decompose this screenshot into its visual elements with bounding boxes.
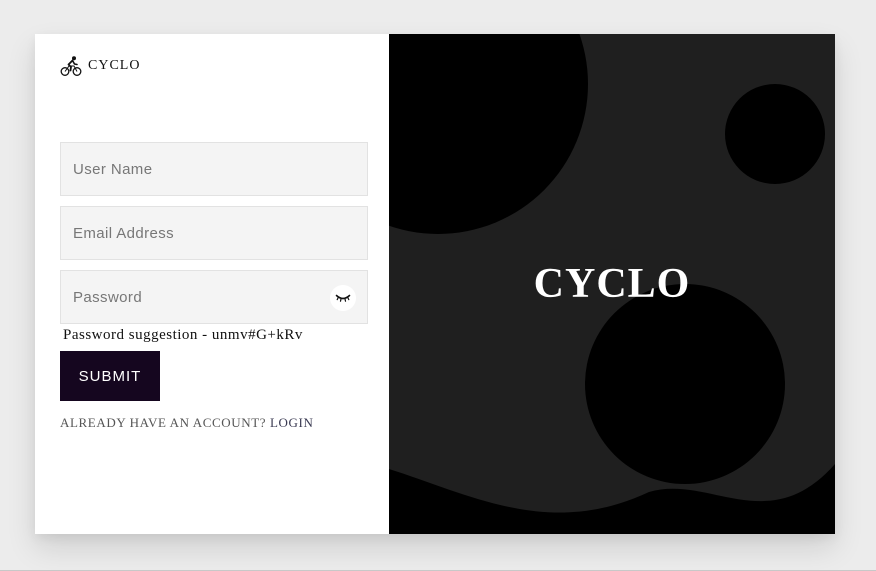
password-field-wrapper bbox=[60, 270, 368, 324]
brand: CYCLO bbox=[60, 55, 140, 77]
eye-closed-icon bbox=[335, 294, 351, 302]
already-account-text: ALREADY HAVE AN ACCOUNT? bbox=[60, 415, 267, 430]
username-input[interactable] bbox=[61, 143, 367, 195]
submit-button[interactable]: SUBMIT bbox=[60, 351, 160, 401]
email-field-wrapper bbox=[60, 206, 368, 260]
username-field-wrapper bbox=[60, 142, 368, 196]
email-input[interactable] bbox=[61, 207, 367, 259]
cyclist-icon bbox=[60, 55, 82, 77]
signup-card: CYCLO Password suggestion - unmv#G+kRv S… bbox=[35, 34, 835, 534]
brand-name: CYCLO bbox=[88, 58, 141, 73]
password-visibility-toggle[interactable] bbox=[330, 285, 356, 311]
hero-title: CYCLO bbox=[533, 261, 691, 307]
login-prompt: ALREADY HAVE AN ACCOUNT? LOGIN bbox=[60, 415, 313, 431]
login-link[interactable]: LOGIN bbox=[270, 415, 313, 430]
password-suggestion: Password suggestion - unmv#G+kRv bbox=[63, 327, 303, 343]
signup-form-panel: CYCLO Password suggestion - unmv#G+kRv S… bbox=[35, 34, 389, 534]
hero-panel: CYCLO bbox=[389, 34, 835, 534]
password-input[interactable] bbox=[61, 271, 367, 323]
